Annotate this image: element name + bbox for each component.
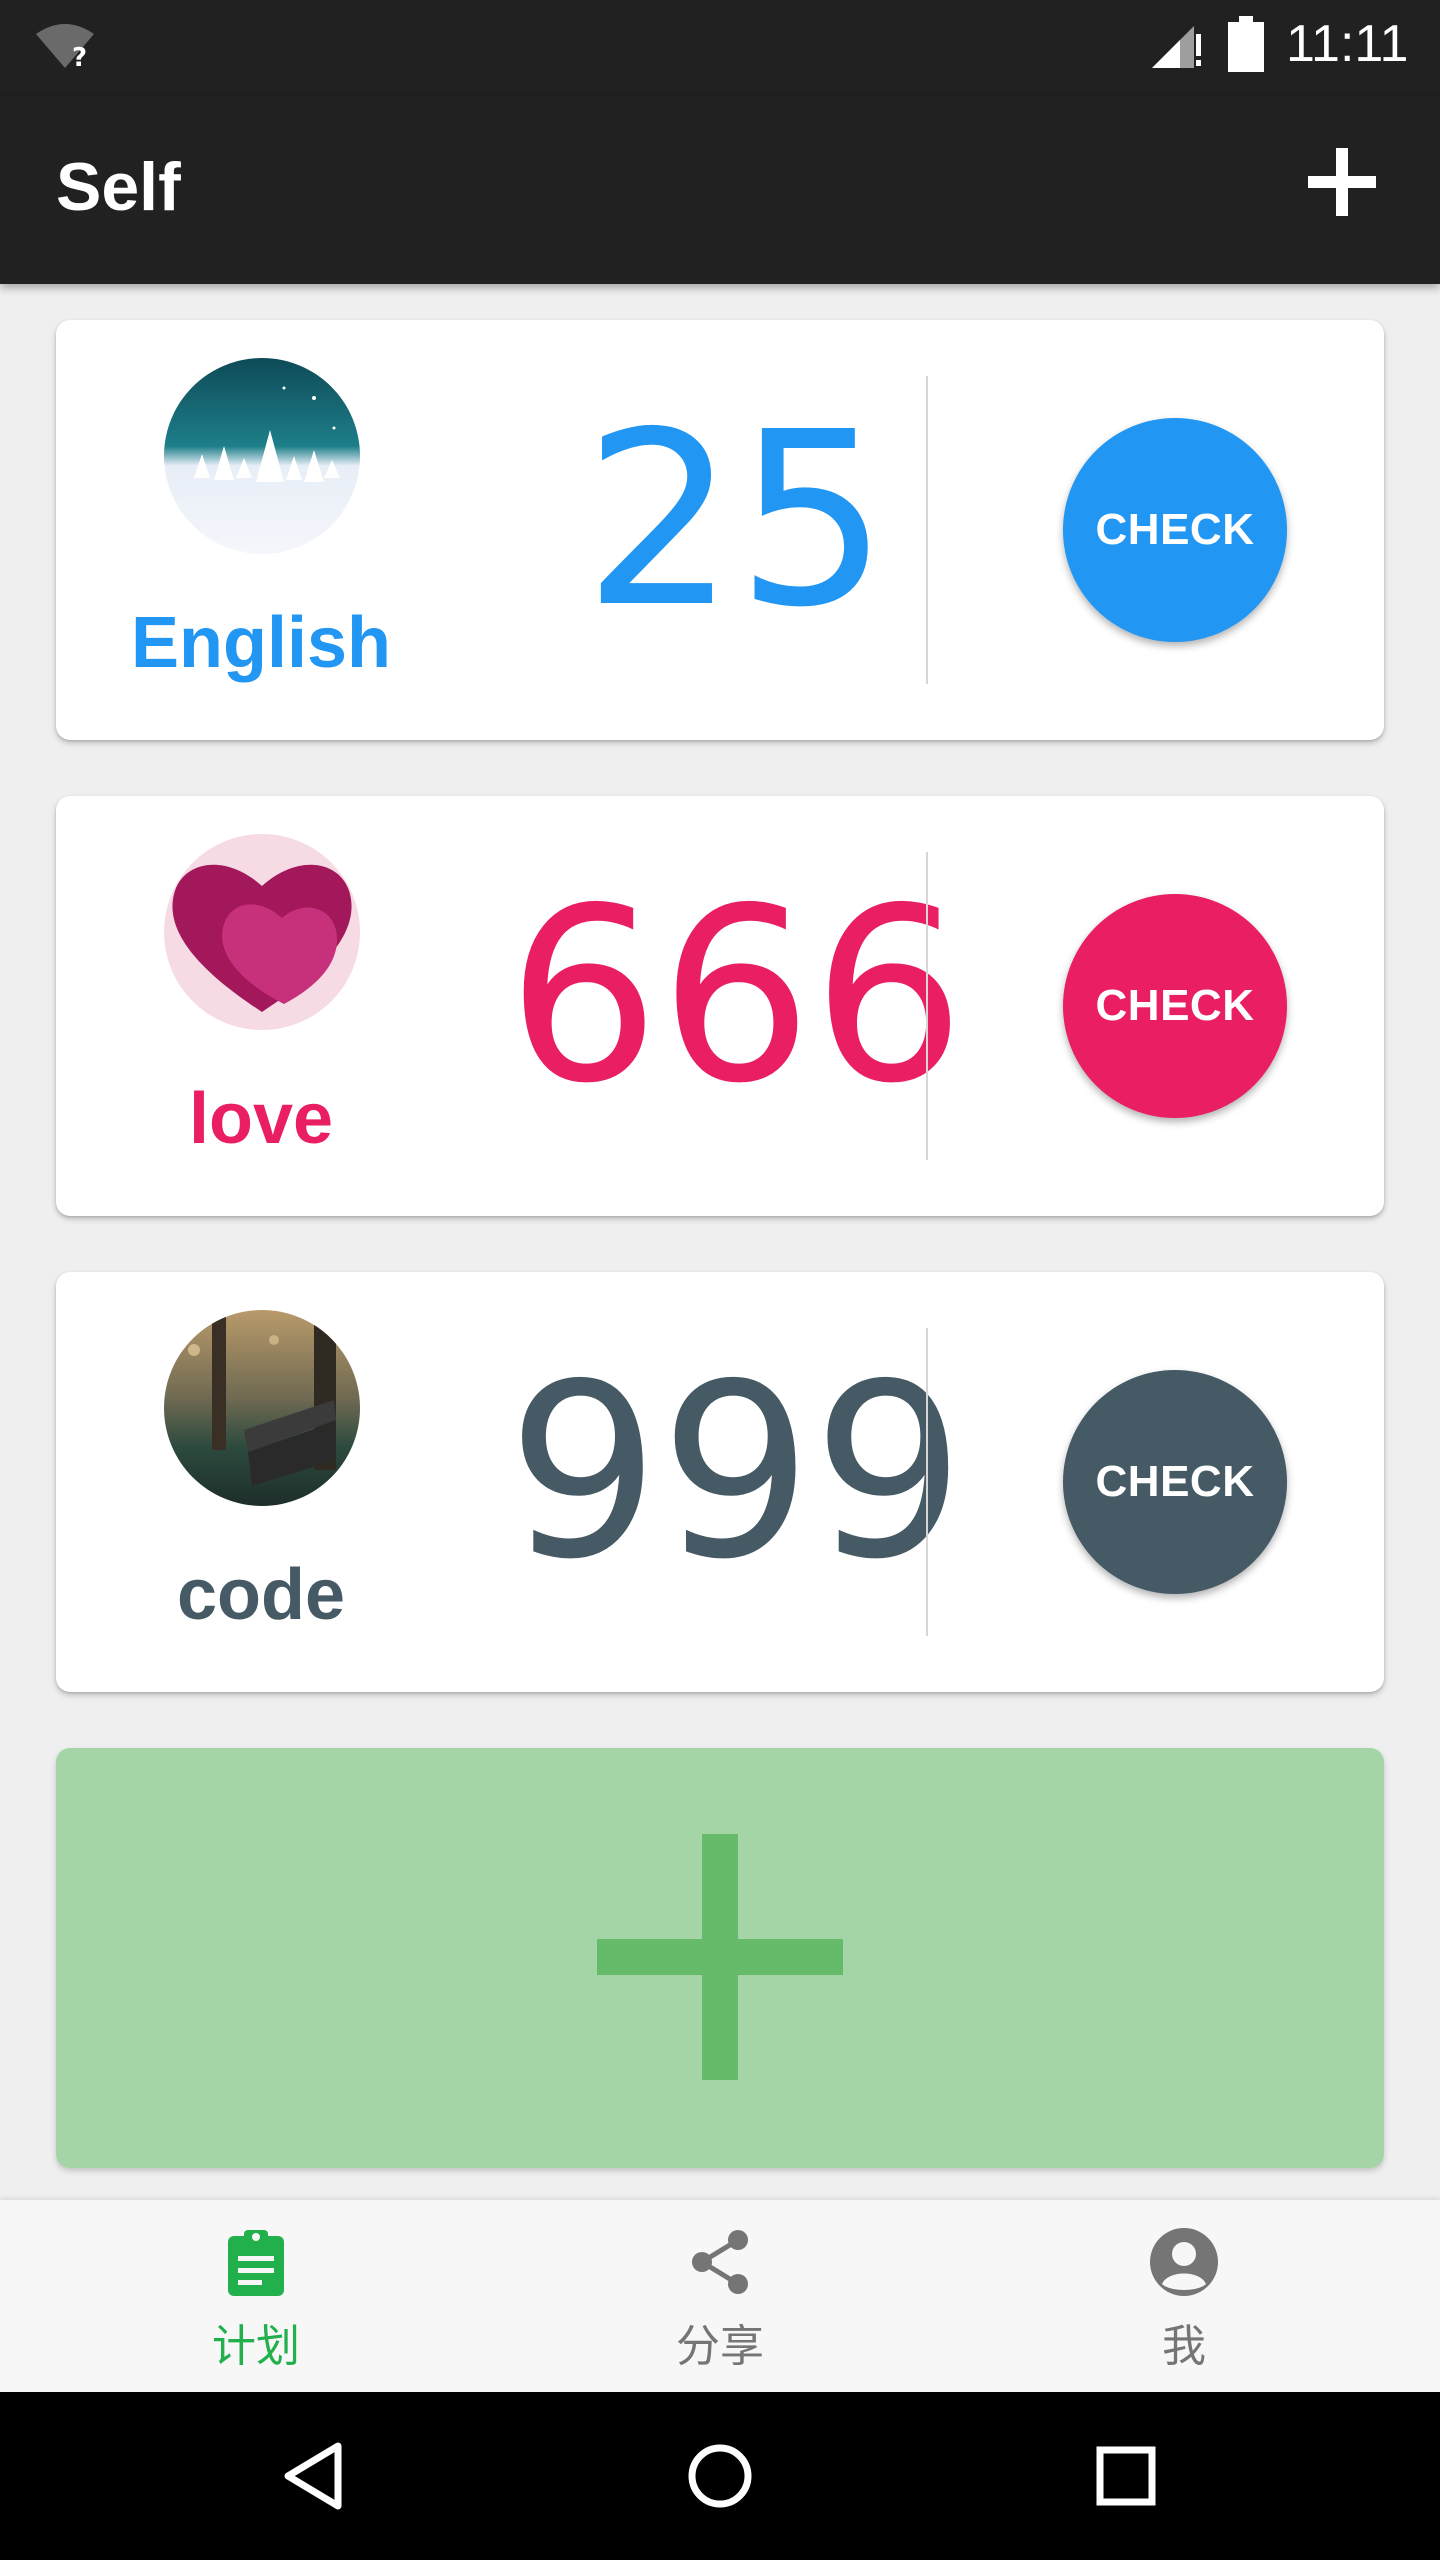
- habit-name: English: [130, 603, 391, 683]
- nav-item-me[interactable]: 我: [944, 2200, 1424, 2392]
- check-button[interactable]: CHECK: [1063, 894, 1287, 1118]
- signal-icon: [1152, 26, 1201, 68]
- bottom-navigation: 计划 分享 我: [0, 2200, 1440, 2392]
- check-button[interactable]: CHECK: [1063, 1370, 1287, 1594]
- habit-avatar-image: [164, 834, 360, 1030]
- habit-count: 999: [506, 1332, 966, 1612]
- habit-avatar-image: [164, 1310, 360, 1506]
- habit-card[interactable]: love 666 CHECK: [56, 796, 1384, 1216]
- habit-card[interactable]: code 999 CHECK: [56, 1272, 1384, 1692]
- nav-label: 我: [1162, 2321, 1206, 2372]
- back-icon[interactable]: [272, 2434, 356, 2518]
- habit-count: 666: [506, 856, 966, 1136]
- nav-item-share[interactable]: 分享: [480, 2200, 960, 2392]
- clock: 11:11: [1286, 15, 1409, 73]
- app-bar: Self: [0, 96, 1440, 284]
- habit-name: love: [188, 1079, 334, 1159]
- battery-icon: [1228, 16, 1264, 72]
- habit-avatar-image: [164, 358, 360, 554]
- habit-name: code: [176, 1555, 346, 1635]
- divider: [926, 852, 928, 1160]
- add-icon[interactable]: [1300, 140, 1384, 224]
- screen: ? 11:11 Self English 25 CHECK love 666 C…: [0, 0, 1440, 2560]
- habit-count: 25: [583, 380, 889, 660]
- share-icon: [692, 2230, 748, 2294]
- status-bar: ? 11:11: [0, 0, 1440, 96]
- nav-label: 计划: [212, 2321, 300, 2372]
- divider: [926, 376, 928, 684]
- divider: [926, 1328, 928, 1636]
- system-navigation-bar: [0, 2392, 1440, 2560]
- page-title: Self: [56, 149, 181, 225]
- nav-item-plan[interactable]: 计划: [16, 2200, 496, 2392]
- account-circle-icon: [1150, 2228, 1218, 2296]
- check-button[interactable]: CHECK: [1063, 418, 1287, 642]
- recents-icon[interactable]: [1084, 2434, 1168, 2518]
- add-habit-card[interactable]: [56, 1748, 1384, 2168]
- home-icon[interactable]: [678, 2434, 762, 2518]
- svg-text:?: ?: [72, 43, 87, 70]
- wifi-unknown-icon: ?: [36, 24, 94, 70]
- nav-label: 分享: [676, 2321, 764, 2372]
- clipboard-icon: [228, 2230, 284, 2296]
- habit-card[interactable]: English 25 CHECK: [56, 320, 1384, 740]
